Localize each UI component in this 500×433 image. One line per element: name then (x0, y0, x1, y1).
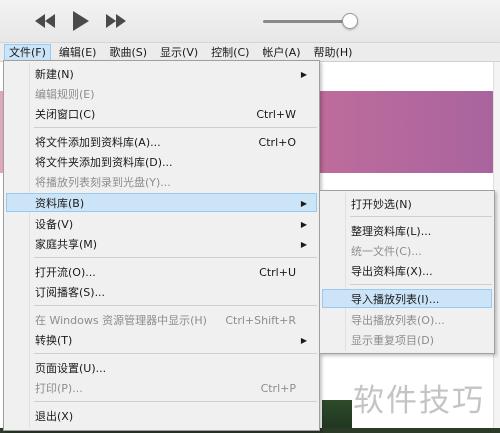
menu-edit[interactable]: 编辑(E) (54, 44, 102, 61)
menu-item-edit-rules[interactable]: 编辑规则(E) (6, 84, 317, 103)
menu-separator (34, 257, 317, 258)
chevron-right-icon: ▶ (300, 70, 307, 79)
submenu-item-show-duplicates[interactable]: 显示重复项目(D) (322, 330, 492, 349)
menu-item-convert[interactable]: 转换(T) ▶ (6, 330, 317, 349)
menu-item-open-stream[interactable]: 打开流(O)... Ctrl+U (6, 262, 317, 281)
menu-separator (34, 305, 317, 306)
library-submenu: 打开妙选(N) 整理资料库(L)... 统一文件(C)... 导出资料库(X).… (319, 190, 495, 354)
menu-controls[interactable]: 控制(C) (206, 44, 254, 61)
menu-item-library[interactable]: 资料库(B) ▶ (6, 193, 317, 212)
menu-item-home-sharing[interactable]: 家庭共享(M) ▶ (6, 234, 317, 253)
chevron-right-icon: ▶ (300, 336, 307, 345)
chevron-right-icon: ▶ (300, 220, 307, 229)
menu-item-page-setup[interactable]: 页面设置(U)... (6, 358, 317, 377)
submenu-item-consolidate-files[interactable]: 统一文件(C)... (322, 241, 492, 260)
menu-item-subscribe-podcast[interactable]: 订阅播客(S)... (6, 282, 317, 301)
menu-separator (350, 216, 492, 217)
menu-account[interactable]: 帐户(A) (257, 44, 305, 61)
volume-slider[interactable] (263, 20, 351, 23)
menu-item-show-in-explorer[interactable]: 在 Windows 资源管理器中显示(H) Ctrl+Shift+R (6, 310, 317, 329)
submenu-item-export-library[interactable]: 导出资料库(X)... (322, 261, 492, 280)
play-icon (73, 11, 89, 31)
menu-separator (34, 401, 317, 402)
fast-forward-button[interactable] (105, 9, 127, 33)
watermark: 软件技巧 (353, 383, 485, 419)
menu-item-new[interactable]: 新建(N) ▶ (6, 64, 317, 83)
menu-item-burn-playlist[interactable]: 将播放列表刻录到光盘(Y)... (6, 172, 317, 191)
menu-separator (34, 353, 317, 354)
volume-knob[interactable] (342, 13, 358, 29)
menu-song[interactable]: 歌曲(S) (104, 44, 152, 61)
submenu-item-open-genius[interactable]: 打开妙选(N) (322, 194, 492, 213)
menu-file[interactable]: 文件(F) (4, 43, 51, 61)
rewind-button[interactable] (34, 9, 56, 33)
menu-item-close-window[interactable]: 关闭窗口(C) Ctrl+W (6, 104, 317, 123)
submenu-item-organize-library[interactable]: 整理资料库(L)... (322, 221, 492, 240)
menu-item-exit[interactable]: 退出(X) (6, 406, 317, 425)
chevron-right-icon: ▶ (300, 199, 307, 208)
menu-separator (34, 127, 317, 128)
fast-forward-icon (106, 14, 126, 28)
menu-item-devices[interactable]: 设备(V) ▶ (6, 214, 317, 233)
submenu-item-export-playlist[interactable]: 导出播放列表(O)... (322, 310, 492, 329)
play-button[interactable] (72, 9, 90, 33)
submenu-item-import-playlist[interactable]: 导入播放列表(I)... (322, 289, 492, 308)
menu-item-print[interactable]: 打印(P)... Ctrl+P (6, 378, 317, 397)
menu-item-add-folder[interactable]: 将文件夹添加到资料库(D)... (6, 152, 317, 171)
chevron-right-icon: ▶ (300, 240, 307, 249)
menu-item-add-file[interactable]: 将文件添加到资料库(A)... Ctrl+O (6, 132, 317, 151)
menu-view[interactable]: 显示(V) (155, 44, 203, 61)
rewind-icon (35, 14, 55, 28)
menu-separator (350, 284, 492, 285)
player-controls (0, 0, 500, 43)
file-menu: 新建(N) ▶ 编辑规则(E) 关闭窗口(C) Ctrl+W 将文件添加到资料库(A… (3, 60, 320, 431)
menu-help[interactable]: 帮助(H) (309, 44, 358, 61)
